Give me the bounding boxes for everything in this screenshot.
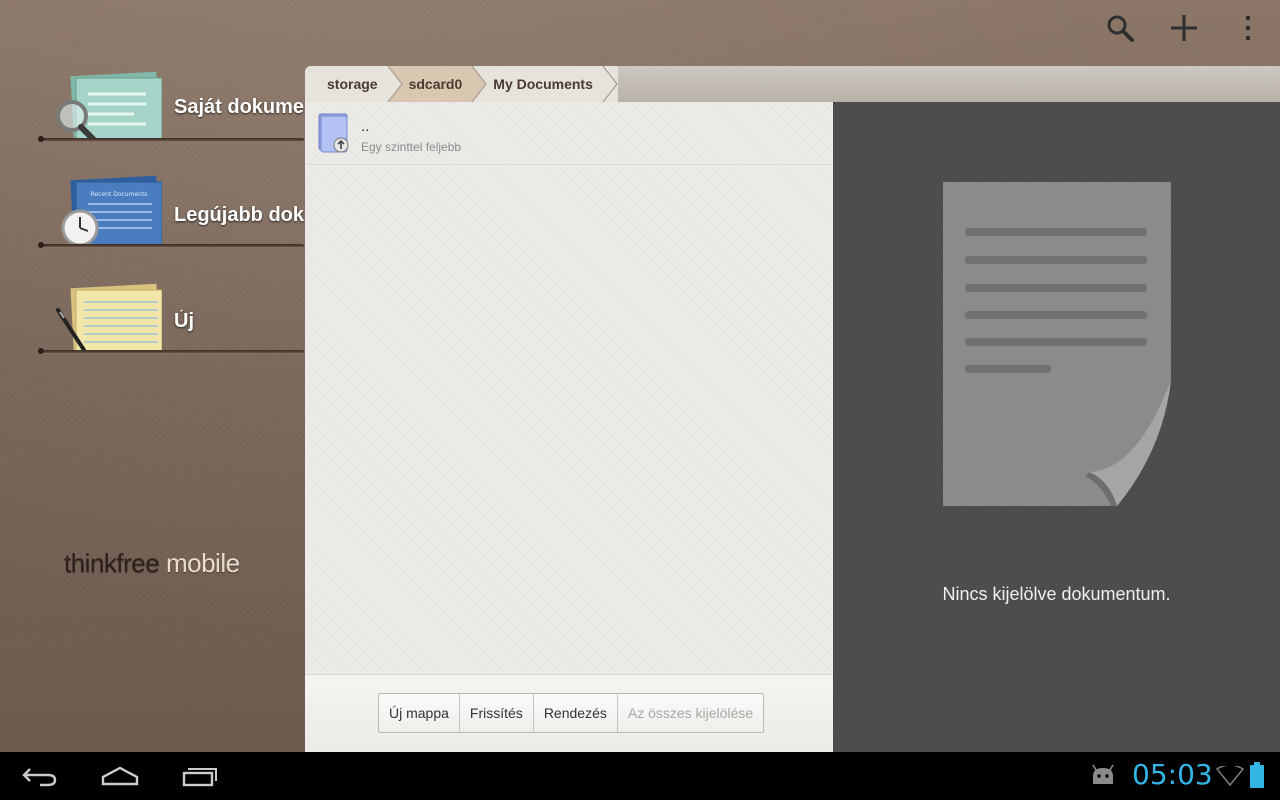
file-name: .. <box>361 118 370 135</box>
home-icon[interactable] <box>88 760 152 792</box>
shelf-item-label: Új <box>174 310 194 332</box>
breadcrumb: storage sdcard0 My Documents <box>305 66 1280 102</box>
breadcrumb-separator-icon <box>601 66 618 102</box>
search-icon[interactable] <box>1088 0 1152 56</box>
shelf-divider <box>38 350 304 354</box>
app-window: Saját dokume Recent Documents Legújabb d… <box>0 0 1280 752</box>
android-debug-icon <box>1092 764 1114 784</box>
breadcrumb-label: storage <box>327 76 378 92</box>
overflow-menu-icon[interactable] <box>1216 0 1280 56</box>
plus-icon[interactable] <box>1152 0 1216 56</box>
new-document-icon <box>56 283 162 354</box>
shelf-item-label: Legújabb doku <box>174 204 304 226</box>
toolbar-button-group: Új mappa Frissítés Rendezés Az összes ki… <box>378 693 765 733</box>
breadcrumb-item-storage[interactable]: storage <box>305 66 403 102</box>
battery-icon <box>1250 762 1264 788</box>
shelf-item-recent-documents[interactable]: Recent Documents Legújabb doku <box>38 140 304 248</box>
recent-documents-icon: Recent Documents <box>61 175 162 247</box>
recent-apps-icon[interactable] <box>168 760 232 792</box>
breadcrumb-separator-icon <box>386 66 403 102</box>
brand-part-2: mobile <box>159 548 240 578</box>
brand-logo: thinkfree mobile <box>64 548 240 579</box>
breadcrumb-item-my-documents[interactable]: My Documents <box>471 66 618 102</box>
new-folder-button[interactable]: Új mappa <box>379 694 460 732</box>
folder-up-icon <box>318 113 349 153</box>
clock: 05:03 <box>1132 758 1213 791</box>
breadcrumb-label: My Documents <box>493 76 593 92</box>
file-list-panel: .. Egy szinttel feljebb Új mappa Frissít… <box>305 102 833 752</box>
file-subtitle: Egy szinttel feljebb <box>361 140 462 154</box>
shelf-item-my-documents[interactable]: Saját dokume <box>38 34 304 142</box>
shelf-item-label: Saját dokume <box>174 96 304 118</box>
no-document-selected-message: Nincs kijelölve dokumentum. <box>942 584 1171 604</box>
wifi-icon <box>1216 766 1244 786</box>
recent-thumb-text: Recent Documents <box>91 191 148 198</box>
sort-button[interactable]: Rendezés <box>534 694 618 732</box>
preview-panel: Nincs kijelölve dokumentum. <box>833 102 1280 752</box>
action-bar <box>1088 0 1280 56</box>
select-all-button[interactable]: Az összes kijelölése <box>618 694 763 732</box>
my-documents-icon <box>56 71 162 142</box>
document-placeholder-icon <box>943 182 1171 506</box>
system-navigation-bar: 05:03 <box>0 752 1280 800</box>
list-item-parent-folder[interactable]: .. Egy szinttel feljebb <box>305 102 833 165</box>
shelf-item-new[interactable]: Új <box>38 246 304 354</box>
back-icon[interactable] <box>8 760 72 792</box>
refresh-button[interactable]: Frissítés <box>460 694 534 732</box>
file-toolbar: Új mappa Frissítés Rendezés Az összes ki… <box>305 674 833 752</box>
brand-part-1: thinkfree <box>64 548 160 578</box>
breadcrumb-separator-icon <box>471 66 488 102</box>
